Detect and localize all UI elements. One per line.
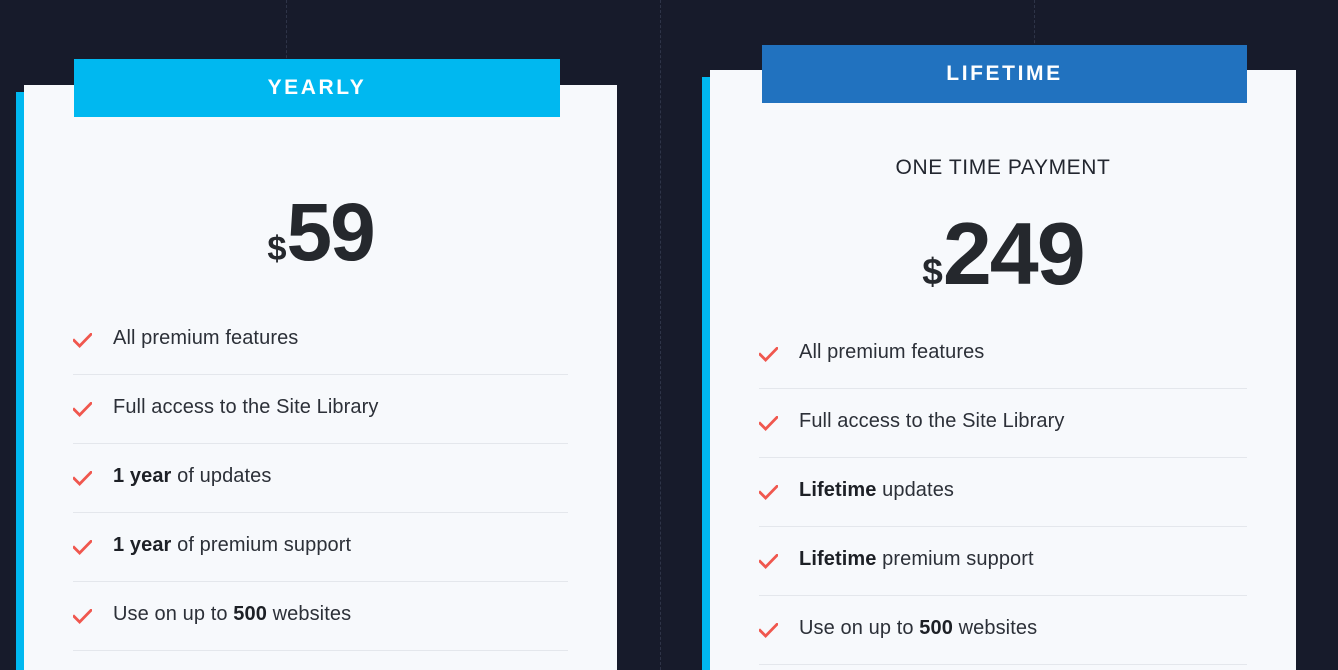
check-icon bbox=[73, 540, 92, 555]
lifetime-currency-symbol: $ bbox=[922, 251, 943, 292]
feature-label: All premium features bbox=[113, 327, 299, 349]
feature-item: All premium features bbox=[759, 342, 1247, 389]
lifetime-plan-header: LIFETIME bbox=[762, 45, 1247, 103]
check-icon bbox=[759, 347, 778, 362]
feature-item: 1 year of premium support bbox=[73, 535, 568, 582]
check-icon bbox=[759, 554, 778, 569]
pricing-card-lifetime[interactable]: ONE TIME PAYMENT $249 All premium featur… bbox=[710, 70, 1296, 670]
feature-item: Use on up to 500 websites bbox=[73, 604, 568, 651]
yearly-plan-header: YEARLY bbox=[74, 59, 560, 117]
feature-label: Lifetime premium support bbox=[799, 548, 1034, 570]
lifetime-subtitle: ONE TIME PAYMENT bbox=[895, 156, 1111, 179]
feature-item: All premium features bbox=[73, 328, 568, 375]
feature-item: 1 year of updates bbox=[73, 466, 568, 513]
feature-label: Full access to the Site Library bbox=[113, 396, 379, 418]
feature-label: 1 year of premium support bbox=[113, 534, 352, 556]
pricing-card-yearly[interactable]: $59 All premium features Full access to … bbox=[24, 85, 617, 670]
feature-label: Lifetime updates bbox=[799, 479, 955, 501]
feature-item: Full access to the Site Library bbox=[73, 397, 568, 444]
feature-label: Full access to the Site Library bbox=[799, 410, 1065, 432]
yearly-feature-list: All premium features Full access to the … bbox=[73, 328, 568, 651]
lifetime-price-amount: 249 bbox=[942, 204, 1086, 303]
lifetime-price: $249 bbox=[759, 210, 1247, 298]
lifetime-feature-list: All premium features Full access to the … bbox=[759, 342, 1247, 665]
check-icon bbox=[73, 471, 92, 486]
yearly-price-amount: 59 bbox=[286, 187, 375, 278]
background-guide-line bbox=[660, 0, 661, 670]
lifetime-card-body: ONE TIME PAYMENT $249 All premium featur… bbox=[710, 70, 1296, 670]
pricing-section: $59 All premium features Full access to … bbox=[0, 0, 1338, 670]
check-icon bbox=[759, 485, 778, 500]
check-icon bbox=[759, 623, 778, 638]
check-icon bbox=[73, 333, 92, 348]
feature-label: All premium features bbox=[799, 341, 985, 363]
feature-label: Use on up to 500 websites bbox=[799, 617, 1038, 639]
yearly-currency-symbol: $ bbox=[267, 230, 287, 268]
check-icon bbox=[73, 609, 92, 624]
check-icon bbox=[759, 416, 778, 431]
feature-item: Use on up to 500 websites bbox=[759, 618, 1247, 665]
feature-label: Use on up to 500 websites bbox=[113, 603, 352, 625]
feature-item: Lifetime premium support bbox=[759, 549, 1247, 596]
feature-item: Full access to the Site Library bbox=[759, 411, 1247, 458]
yearly-price: $59 bbox=[73, 192, 568, 274]
check-icon bbox=[73, 402, 92, 417]
feature-item: Lifetime updates bbox=[759, 480, 1247, 527]
yearly-card-body: $59 All premium features Full access to … bbox=[24, 85, 617, 670]
feature-label: 1 year of updates bbox=[113, 465, 272, 487]
